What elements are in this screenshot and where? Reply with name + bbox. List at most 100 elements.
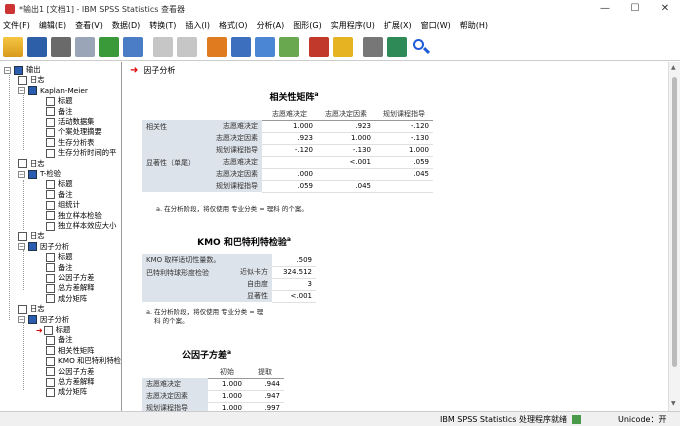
output-pane[interactable]: ➜ 因子分析 相关性矩阵a 志愿难决定 志愿决定因素 规划课程指导 相关性 志愿… xyxy=(124,62,668,411)
kmo-table[interactable]: KMO 取样适切性量数。 .509 巴特利特球形度检验 近似卡方 324.512… xyxy=(142,254,316,303)
document-icon xyxy=(46,273,55,283)
minimize-button[interactable]: — xyxy=(590,0,620,18)
tree-node[interactable]: 标题 xyxy=(46,179,73,189)
menu-utilities[interactable]: 实用程序(U) xyxy=(331,20,375,31)
tree-node[interactable]: 日志 xyxy=(18,75,45,85)
tree-node-label: 日志 xyxy=(30,231,45,241)
processor-ready-icon xyxy=(572,414,581,424)
menu-help[interactable]: 帮助(H) xyxy=(460,20,488,31)
tree-node[interactable]: 公因子方差 xyxy=(46,273,94,283)
corr-matrix-table[interactable]: 志愿难决定 志愿决定因素 规划课程指导 相关性 志愿难决定 1.000 .923… xyxy=(142,108,433,193)
tree-node[interactable]: 日志 xyxy=(18,231,45,241)
tree-node[interactable]: 组统计 xyxy=(46,200,80,210)
tree-node[interactable]: 成分矩阵 xyxy=(46,294,87,304)
open-icon[interactable] xyxy=(3,36,23,57)
maximize-button[interactable]: ☐ xyxy=(620,0,650,18)
tree-node[interactable]: 日志 xyxy=(18,304,45,314)
recall-dialog-icon[interactable] xyxy=(123,36,143,57)
tree-node[interactable]: 活动数据集 xyxy=(46,117,94,127)
tree-node-label: 生存分析时间的平 xyxy=(58,148,117,158)
goto-data-icon[interactable] xyxy=(207,36,227,57)
table-cell: .059 xyxy=(262,180,317,193)
redo-icon[interactable] xyxy=(177,36,197,57)
menu-data[interactable]: 数据(D) xyxy=(112,20,140,31)
vertical-scrollbar[interactable]: ▲ ▼ xyxy=(668,62,680,411)
export-icon[interactable] xyxy=(99,36,119,57)
communalities-table[interactable]: 初始 提取 志愿难决定 1.000 .944 志愿决定因素 1.000 .947… xyxy=(142,366,284,411)
tree-node[interactable]: KMO 和巴特利特检 xyxy=(46,356,121,366)
kmo-table-title[interactable]: KMO 和巴特利特检验a xyxy=(154,235,334,248)
hide-icon[interactable] xyxy=(363,36,383,57)
expand-collapse-icon[interactable]: − xyxy=(18,87,25,95)
goto-variable-icon[interactable] xyxy=(255,36,275,57)
tree-node[interactable]: 标题 xyxy=(46,252,73,262)
undo-icon[interactable] xyxy=(153,36,173,57)
tree-node-label: 个案处理摘要 xyxy=(58,127,102,137)
menu-analyze[interactable]: 分析(A) xyxy=(257,20,285,31)
scroll-up-icon[interactable]: ▲ xyxy=(671,64,676,71)
tree-node[interactable]: 独立样本检验 xyxy=(46,211,102,221)
menu-graphs[interactable]: 图形(G) xyxy=(293,20,321,31)
document-icon xyxy=(46,211,55,221)
tree-node[interactable]: 公因子方差 xyxy=(46,367,94,377)
tree-node[interactable]: 备注 xyxy=(46,190,73,200)
scroll-down-icon[interactable]: ▼ xyxy=(671,400,676,407)
outline-tree[interactable]: − 输出 日志 − Kaplan-Meier 标题 备注 活动数据集 个案处理摘要 生存分析表 生存… xyxy=(0,62,122,411)
tree-node[interactable]: 成分矩阵 xyxy=(46,387,87,397)
expand-collapse-icon[interactable]: − xyxy=(18,170,25,178)
menu-file[interactable]: 文件(F) xyxy=(3,20,30,31)
document-icon xyxy=(46,367,55,377)
tree-node[interactable]: 标题 xyxy=(46,96,73,106)
menu-insert[interactable]: 插入(I) xyxy=(185,20,210,31)
tree-node[interactable]: 日志 xyxy=(18,159,45,169)
kmo-row-label: KMO 取样适切性量数。 xyxy=(142,254,272,266)
save-icon[interactable] xyxy=(27,36,47,57)
show-icon[interactable] xyxy=(387,36,407,57)
expand-collapse-icon[interactable]: − xyxy=(18,243,25,251)
menu-edit[interactable]: 编辑(E) xyxy=(39,20,66,31)
table-cell: 1.000 xyxy=(375,144,433,157)
tree-node[interactable]: 独立样本效应大小 xyxy=(46,221,116,231)
tree-node[interactable]: ➜ 标题 xyxy=(36,325,70,335)
expand-collapse-icon[interactable]: − xyxy=(18,316,25,324)
tree-node[interactable]: − Kaplan-Meier xyxy=(18,86,88,96)
section-header[interactable]: ➜ 因子分析 xyxy=(130,65,175,76)
menu-window[interactable]: 窗口(W) xyxy=(421,20,451,31)
tree-node[interactable]: 备注 xyxy=(46,263,73,273)
comm-table-title[interactable]: 公因子方差a xyxy=(144,348,269,361)
table-cell: .059 xyxy=(375,156,433,169)
spss-app-icon xyxy=(5,4,15,14)
menu-extensions[interactable]: 扩展(X) xyxy=(384,20,412,31)
tree-node[interactable]: 总方差解释 xyxy=(46,283,94,293)
table-cell: .944 xyxy=(246,378,284,391)
tree-node[interactable]: 总方差解释 xyxy=(46,377,94,387)
expand-collapse-icon[interactable]: − xyxy=(4,66,11,74)
menu-view[interactable]: 查看(V) xyxy=(75,20,103,31)
tree-node[interactable]: − T-检验 xyxy=(18,169,61,179)
search-icon[interactable] xyxy=(411,36,431,57)
tree-node[interactable]: 生存分析表 xyxy=(46,138,94,148)
menu-format[interactable]: 格式(O) xyxy=(219,20,248,31)
tree-node[interactable]: − 因子分析 xyxy=(18,315,69,325)
variables-icon[interactable] xyxy=(279,36,299,57)
close-button[interactable]: ✕ xyxy=(650,0,680,18)
tree-node-label: KMO 和巴特利特检 xyxy=(58,356,121,366)
document-icon xyxy=(18,231,27,241)
insert-text-icon[interactable] xyxy=(333,36,353,57)
tree-node[interactable]: 相关性矩阵 xyxy=(46,346,94,356)
corr-table-title[interactable]: 相关性矩阵a xyxy=(214,90,374,103)
print-icon[interactable] xyxy=(51,36,71,57)
tree-node[interactable]: 备注 xyxy=(46,107,73,117)
tree-node[interactable]: − 因子分析 xyxy=(18,242,69,252)
scroll-thumb[interactable] xyxy=(672,77,677,367)
tree-node[interactable]: 个案处理摘要 xyxy=(46,127,102,137)
print-preview-icon[interactable] xyxy=(75,36,95,57)
tree-node[interactable]: 备注 xyxy=(46,335,73,345)
menu-transform[interactable]: 转换(T) xyxy=(149,20,176,31)
table-cell: <.001 xyxy=(317,156,375,169)
tree-node[interactable]: 生存分析时间的平 xyxy=(46,148,116,158)
goto-case-icon[interactable] xyxy=(231,36,251,57)
document-icon xyxy=(18,304,27,314)
tree-node[interactable]: − 输出 xyxy=(4,65,41,75)
create-title-icon[interactable] xyxy=(309,36,329,57)
